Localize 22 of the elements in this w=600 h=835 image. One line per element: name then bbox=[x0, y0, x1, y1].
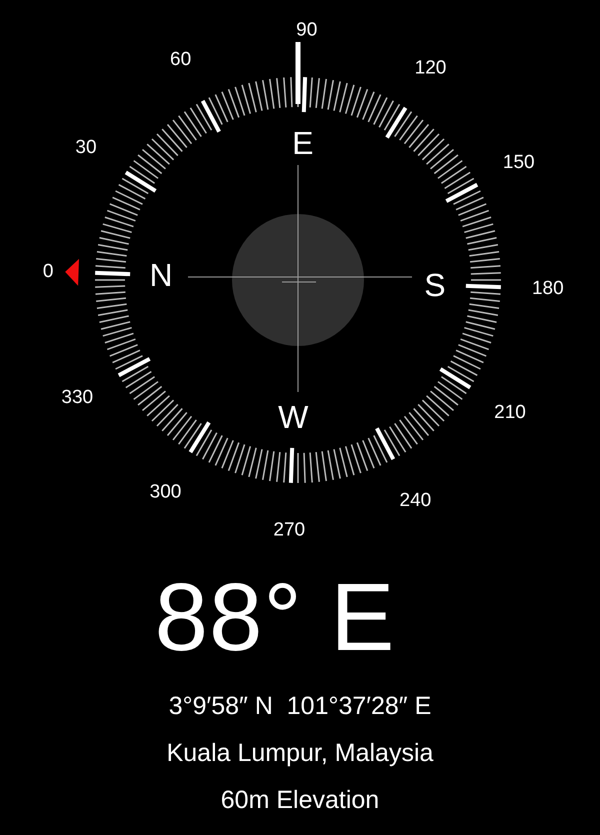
heading-indicator bbox=[296, 42, 300, 104]
coordinates-text: 3°9′58″ N 101°37′28″ E bbox=[168, 694, 432, 719]
degree-label: 60 bbox=[170, 48, 192, 70]
elevation-text: 60m Elevation bbox=[220, 788, 380, 813]
degree-label: 180 bbox=[532, 278, 564, 300]
degree-label: 90 bbox=[296, 20, 318, 41]
cardinal-letter: E bbox=[292, 125, 314, 162]
degree-label: 240 bbox=[400, 490, 432, 512]
degree-label: 210 bbox=[494, 402, 526, 423]
degree-label: 0 bbox=[42, 260, 54, 282]
cardinal-letter: N bbox=[150, 257, 173, 294]
north-marker-icon bbox=[65, 258, 80, 286]
location-text: Kuala Lumpur, Malaysia bbox=[166, 741, 434, 766]
cardinal-letter: S bbox=[424, 266, 446, 303]
heading-reading: 88° E bbox=[154, 570, 396, 666]
degree-label: 30 bbox=[75, 137, 97, 158]
degree-label: 300 bbox=[150, 482, 182, 502]
degree-label: 270 bbox=[273, 519, 306, 540]
degree-label: 330 bbox=[61, 386, 94, 408]
degree-label: 150 bbox=[502, 152, 535, 174]
cardinal-letter: W bbox=[278, 398, 308, 435]
degree-label: 120 bbox=[414, 58, 446, 78]
